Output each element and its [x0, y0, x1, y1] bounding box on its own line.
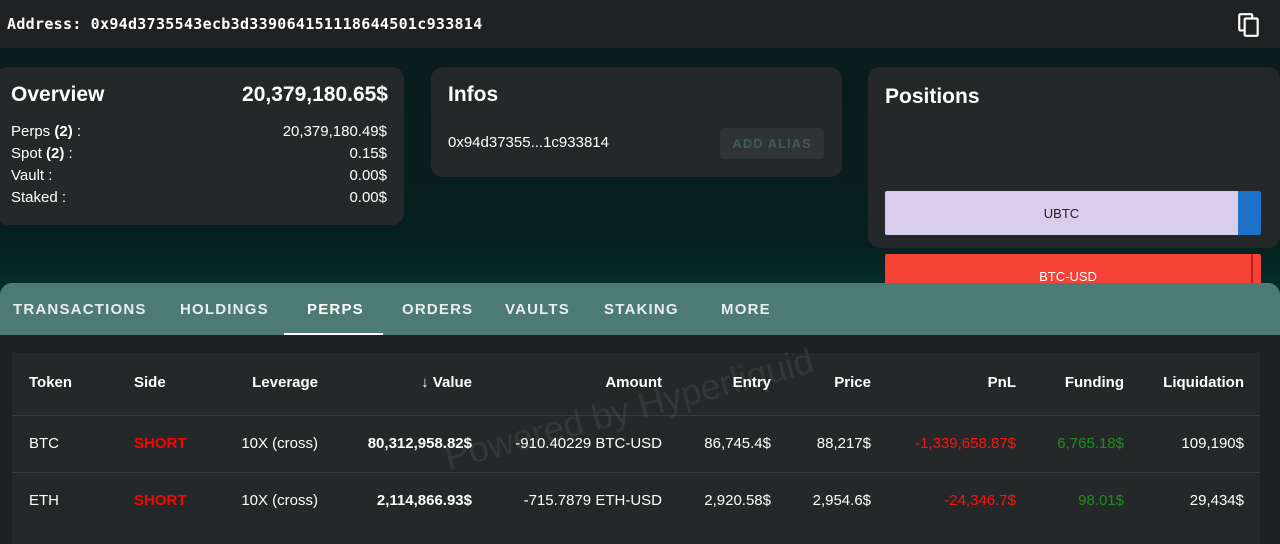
cell-entry: 2,920.58$	[704, 492, 771, 509]
cell-price: 88,217$	[816, 435, 871, 452]
tab-perps[interactable]: PERPS	[307, 283, 364, 335]
tab-staking[interactable]: STAKING	[604, 283, 679, 335]
infos-title: Infos	[448, 83, 499, 106]
cell-value: 2,114,866.93$	[376, 492, 472, 509]
header-price[interactable]: Price	[834, 374, 871, 391]
positions-card: Positions UBTC BTC-USD	[868, 67, 1280, 298]
perps-table: Token Side Leverage ↓ Value Amount Entry…	[12, 353, 1260, 544]
overview-row-value: 0.15$	[349, 145, 387, 162]
cell-pnl: -1,339,658.87$	[915, 435, 1016, 452]
header-liquidation[interactable]: Liquidation	[1163, 374, 1244, 391]
cell-price: 2,954.6$	[812, 492, 871, 509]
header-pnl[interactable]: PnL	[988, 374, 1016, 391]
overview-row-label: Perps (2) :	[11, 123, 82, 140]
address-text: Address: 0x94d3735543ecb3d339064151118644…	[7, 15, 483, 33]
header-leverage[interactable]: Leverage	[252, 374, 318, 391]
cell-funding: 98.01$	[1078, 492, 1124, 509]
header-token[interactable]: Token	[29, 374, 72, 391]
infos-card: Infos 0x94d37355...1c933814 ADD ALIAS	[431, 67, 842, 177]
overview-header: Overview 20,379,180.65$	[11, 83, 388, 107]
overview-row-value: 0.00$	[349, 189, 387, 206]
cell-funding: 6,765.18$	[1057, 435, 1124, 452]
cell-token: BTC	[29, 435, 59, 452]
overview-row-value: 20,379,180.49$	[282, 123, 387, 140]
overview-row-label: Spot (2) :	[11, 145, 73, 162]
cell-pnl: -24,346.7$	[944, 492, 1016, 509]
tab-transactions[interactable]: TRANSACTIONS	[13, 283, 147, 335]
sort-down-icon: ↓	[421, 374, 429, 391]
cell-leverage: 10X (cross)	[241, 435, 318, 452]
header-side[interactable]: Side	[134, 374, 166, 391]
overview-row-staked: Staked : 0.00$	[11, 187, 387, 209]
address-value[interactable]: 0x94d3735543ecb3d339064151118644501c9338…	[91, 15, 483, 33]
tab-more[interactable]: MORE	[721, 283, 771, 335]
address-label: Address:	[7, 15, 82, 33]
tab-vaults[interactable]: VAULTS	[505, 283, 570, 335]
overview-total: 20,379,180.65$	[242, 83, 388, 106]
cell-entry: 86,745.4$	[704, 435, 771, 452]
position-bar-label: UBTC	[885, 191, 1238, 235]
overview-row-spot: Spot (2) : 0.15$	[11, 143, 387, 165]
header-funding[interactable]: Funding	[1065, 374, 1124, 391]
overview-row-value: 0.00$	[349, 167, 387, 184]
overview-row-label: Staked :	[11, 189, 67, 206]
header-value[interactable]: ↓ Value	[421, 374, 472, 391]
overview-card: Overview 20,379,180.65$ Perps (2) : 20,3…	[0, 67, 404, 225]
add-alias-button[interactable]: ADD ALIAS	[720, 128, 824, 159]
position-bar-ubtc[interactable]: UBTC	[885, 191, 1261, 235]
row-divider	[12, 472, 1260, 473]
cell-token: ETH	[29, 492, 59, 509]
overview-title: Overview	[11, 83, 105, 106]
infos-short-address: 0x94d37355...1c933814	[448, 134, 609, 151]
cell-side: SHORT	[134, 435, 187, 452]
tab-bar: TRANSACTIONS HOLDINGS PERPS ORDERS VAULT…	[0, 283, 1280, 335]
perps-table-panel: Token Side Leverage ↓ Value Amount Entry…	[0, 335, 1280, 544]
cell-amount: -715.7879 ETH-USD	[523, 492, 662, 509]
positions-title: Positions	[885, 85, 980, 108]
copy-icon[interactable]	[1236, 12, 1262, 38]
overview-row-label: Vault :	[11, 167, 53, 184]
cell-liquidation: 29,434$	[1189, 492, 1244, 509]
cell-leverage: 10X (cross)	[241, 492, 318, 509]
cell-side: SHORT	[134, 492, 187, 509]
tab-holdings[interactable]: HOLDINGS	[180, 283, 269, 335]
overview-rows: Perps (2) : 20,379,180.49$ Spot (2) : 0.…	[11, 121, 387, 209]
overview-row-perps: Perps (2) : 20,379,180.49$	[11, 121, 387, 143]
overview-row-vault: Vault : 0.00$	[11, 165, 387, 187]
tab-orders[interactable]: ORDERS	[402, 283, 473, 335]
position-bar-accent	[1238, 191, 1261, 235]
address-bar: Address: 0x94d3735543ecb3d339064151118644…	[0, 0, 1280, 48]
cell-liquidation: 109,190$	[1181, 435, 1244, 452]
